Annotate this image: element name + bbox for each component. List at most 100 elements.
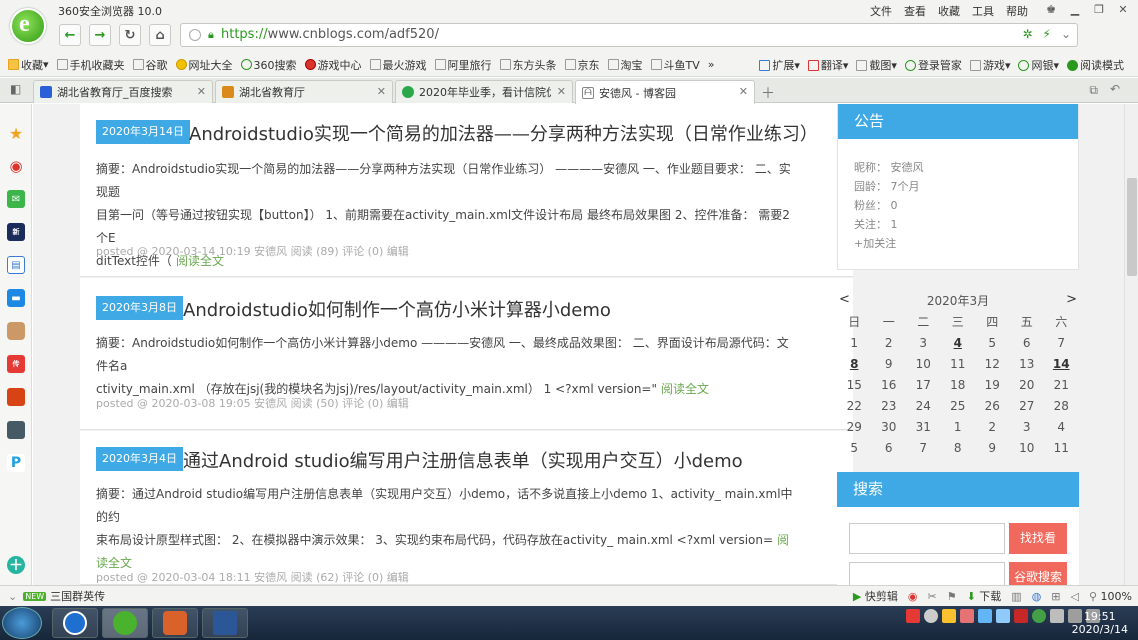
record-icon[interactable]: ◉ [908, 590, 918, 603]
security-icon[interactable]: ✲ [1022, 27, 1032, 41]
calendar-day[interactable]: 6 [872, 438, 907, 459]
tray-icon-1[interactable] [942, 609, 956, 623]
calendar-day[interactable]: 5 [975, 333, 1010, 354]
post-title[interactable]: Androidstudio如何制作一个高仿小米计算器小demo [183, 296, 611, 322]
calendar-day[interactable]: 9 [872, 354, 907, 375]
reading-mode-button[interactable]: 阅读模式 [1067, 57, 1124, 73]
bookmarks-more[interactable]: » [708, 58, 715, 71]
menu-favorites[interactable]: 收藏 [938, 3, 960, 19]
bookmark-hot-games[interactable]: 最火游戏 [369, 57, 427, 73]
forward-button[interactable]: → [89, 24, 111, 46]
following[interactable]: 关注： 1 [854, 216, 898, 232]
doc-icon[interactable]: ▤ [7, 256, 25, 274]
speed-icon[interactable]: ⚑ [947, 590, 957, 603]
bookmark-jd[interactable]: 京东 [564, 57, 600, 73]
bookmark-mobile[interactable]: 手机收藏夹 [56, 57, 125, 73]
calendar-day[interactable]: 8 [941, 438, 976, 459]
volume-icon[interactable]: ◁ [1071, 590, 1079, 603]
p-icon[interactable]: P [7, 454, 25, 472]
calendar-day[interactable]: 20 [1010, 375, 1045, 396]
tab-cnblogs[interactable]: ᗩ 安德风 - 博客园 ✕ [575, 80, 755, 104]
calendar-day[interactable]: 8 [837, 354, 872, 375]
calendar-day[interactable]: 4 [1044, 417, 1079, 438]
google-search-input[interactable] [849, 562, 1005, 585]
sogou-icon[interactable] [906, 609, 920, 623]
start-button[interactable] [2, 607, 42, 639]
calendar-day[interactable]: 12 [975, 354, 1010, 375]
calendar-day[interactable]: 21 [1044, 375, 1079, 396]
bookmark-ali-travel[interactable]: 阿里旅行 [434, 57, 492, 73]
close-icon[interactable]: ✕ [1114, 1, 1132, 18]
calendar-day[interactable]: 5 [837, 438, 872, 459]
taskbar-word[interactable] [202, 608, 248, 638]
mail-icon[interactable]: ✉ [7, 190, 25, 208]
calendar-day[interactable]: 11 [1044, 438, 1079, 459]
close-icon[interactable]: ✕ [197, 85, 206, 98]
bookmark-taobao[interactable]: 淘宝 [607, 57, 643, 73]
tab-baidu[interactable]: 湖北省教育厅_百度搜索 ✕ [33, 80, 213, 103]
nickname[interactable]: 昵称： 安德风 [854, 159, 924, 175]
calendar-day[interactable]: 23 [872, 396, 907, 417]
calendar-day[interactable]: 10 [906, 354, 941, 375]
vertical-scrollbar[interactable] [1124, 104, 1138, 585]
calendar-day[interactable]: 15 [837, 375, 872, 396]
calendar-day[interactable]: 22 [837, 396, 872, 417]
calendar-day[interactable]: 27 [1010, 396, 1045, 417]
back-button[interactable]: ← [59, 24, 81, 46]
calendar-day[interactable]: 14 [1044, 354, 1079, 375]
calendar-day[interactable]: 30 [872, 417, 907, 438]
calendar-day[interactable]: 11 [941, 354, 976, 375]
bluetooth-icon[interactable] [978, 609, 992, 623]
zoom-level[interactable]: ⚲ 100% [1089, 590, 1132, 603]
calendar-day[interactable]: 26 [975, 396, 1010, 417]
news-ticker[interactable]: 三国群英传 [50, 588, 105, 604]
ie-icon[interactable]: ◍ [1032, 590, 1042, 603]
home-button[interactable]: ⌂ [149, 24, 171, 46]
restore-icon[interactable]: ❐ [1090, 1, 1108, 18]
translate-button[interactable]: 翻译 ▾ [807, 57, 848, 73]
bookmark-favorites[interactable]: 收藏 ▾ [8, 57, 49, 73]
calendar-next[interactable]: > [1066, 292, 1077, 307]
bookmark-toutiao[interactable]: 东方头条 [499, 57, 557, 73]
calendar-day[interactable]: 1 [837, 333, 872, 354]
add-sidebar-icon[interactable]: ＋ [7, 556, 25, 574]
bank-button[interactable]: 网银 ▾ [1018, 57, 1059, 73]
post-title[interactable]: Androidstudio实现一个简易的加法器——分享两种方法实现（日常作业练习… [189, 120, 818, 146]
dropdown-icon[interactable]: ⌄ [1061, 27, 1071, 41]
bookmark-sites[interactable]: 网址大全 [175, 57, 233, 73]
url-text[interactable]: https://www.cnblogs.com/adf520/ [221, 27, 439, 42]
tray-icon-3[interactable] [996, 609, 1010, 623]
close-icon[interactable]: ✕ [377, 85, 386, 98]
sidebar-toggle-icon[interactable]: ◧ [10, 82, 21, 96]
calendar-day[interactable]: 4 [941, 333, 976, 354]
close-icon[interactable]: ✕ [739, 85, 748, 98]
address-bar[interactable]: 🔒︎ https://www.cnblogs.com/adf520/ ✲ ⚡ ⌄ [180, 23, 1078, 47]
bookmark-douyu[interactable]: 斗鱼TV [650, 57, 700, 73]
menu-help[interactable]: 帮助 [1006, 3, 1028, 19]
read-more-link[interactable]: 阅读全文 [661, 382, 709, 396]
fans[interactable]: 粉丝： 0 [854, 197, 898, 213]
calendar-day[interactable]: 16 [872, 375, 907, 396]
menu-tools[interactable]: 工具 [972, 3, 994, 19]
menu-file[interactable]: 文件 [870, 3, 892, 19]
browser-logo[interactable]: e [10, 8, 46, 44]
login-manager-button[interactable]: 登录管家 [904, 57, 962, 73]
menu-view[interactable]: 查看 [904, 3, 926, 19]
clock[interactable]: 19:51 2020/3/14 [1072, 610, 1128, 636]
tray-icon-5[interactable] [1032, 609, 1046, 623]
skin-icon[interactable]: ♚ [1042, 1, 1060, 18]
follow-link[interactable]: +加关注 [854, 235, 896, 251]
calendar-day[interactable]: 3 [906, 333, 941, 354]
close-icon[interactable]: ✕ [557, 85, 566, 98]
network-icon[interactable]: ▥ [1011, 590, 1021, 603]
refresh-button[interactable]: ↻ [119, 24, 141, 46]
minimize-icon[interactable]: ▁ [1066, 1, 1084, 18]
collapse-icon[interactable]: ⌄ [8, 590, 17, 603]
taskbar-kugou[interactable] [52, 608, 98, 638]
favorites-star-icon[interactable]: ★ [7, 124, 25, 143]
calendar-day[interactable]: 18 [941, 375, 976, 396]
chat-icon[interactable]: ▬ [7, 289, 25, 307]
games-button[interactable]: 游戏 ▾ [969, 57, 1010, 73]
calendar-day[interactable]: 7 [1044, 333, 1079, 354]
tray-icon-2[interactable] [960, 609, 974, 623]
